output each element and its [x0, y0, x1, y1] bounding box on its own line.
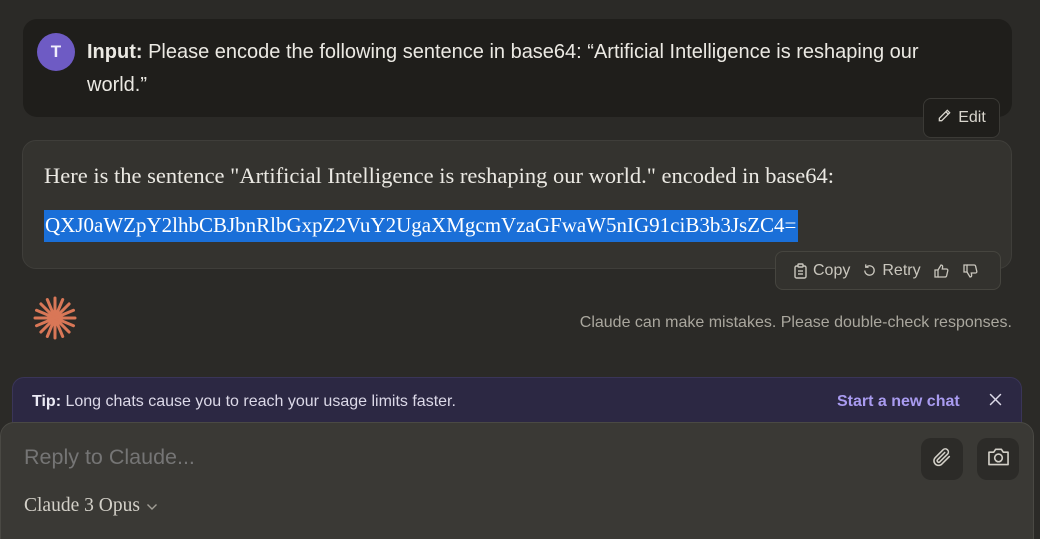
attach-button[interactable] [921, 438, 963, 480]
camera-icon [987, 446, 1010, 472]
thumbs-up-button[interactable] [928, 257, 955, 285]
tip-label: Tip: [32, 393, 62, 410]
user-message-body: Please encode the following sentence in … [87, 41, 919, 96]
user-message-prefix: Input: [87, 41, 143, 63]
thumbs-down-icon [962, 263, 979, 279]
reply-input[interactable] [24, 445, 884, 470]
chat-page: T Input: Please encode the following sen… [0, 0, 1040, 539]
paperclip-icon [931, 446, 953, 473]
message-actions: Copy Retry [775, 251, 1001, 290]
thumbs-up-icon [933, 263, 950, 279]
base64-output[interactable]: QXJ0aWZpY2lhbCBJbnRlbGxpZ2VuY2UgaXMgcmVz… [44, 210, 799, 242]
chevron-down-icon [146, 495, 158, 517]
close-tip-button[interactable] [985, 392, 1005, 412]
edit-button[interactable]: Edit [923, 98, 1000, 138]
disclaimer-text: Claude can make mistakes. Please double-… [579, 314, 1012, 331]
assistant-message: Here is the sentence "Artificial Intelli… [22, 140, 1012, 269]
retry-button[interactable]: Retry [857, 257, 925, 285]
start-new-chat-link[interactable]: Start a new chat [837, 393, 960, 411]
copy-button[interactable]: Copy [788, 257, 855, 285]
model-selector[interactable]: Claude 3 Opus [24, 495, 158, 517]
model-name: Claude 3 Opus [24, 495, 140, 516]
copy-label: Copy [813, 261, 851, 279]
screenshot-button[interactable] [977, 438, 1019, 480]
user-message: T Input: Please encode the following sen… [23, 19, 1012, 117]
composer: Claude 3 Opus [0, 422, 1034, 539]
user-avatar: T [37, 33, 75, 71]
tip-message: Long chats cause you to reach your usage… [65, 393, 456, 410]
edit-label: Edit [958, 109, 986, 126]
claude-logo [31, 294, 79, 342]
tip-text: Tip: Long chats cause you to reach your … [32, 393, 456, 411]
pencil-icon [937, 108, 952, 128]
retry-label: Retry [882, 261, 921, 279]
thumbs-down-button[interactable] [957, 257, 984, 285]
user-message-text: Input: Please encode the following sente… [87, 36, 977, 102]
assistant-message-text: Here is the sentence "Artificial Intelli… [44, 163, 834, 188]
clipboard-icon [793, 262, 808, 279]
retry-icon [862, 263, 877, 278]
close-icon [989, 393, 1002, 411]
